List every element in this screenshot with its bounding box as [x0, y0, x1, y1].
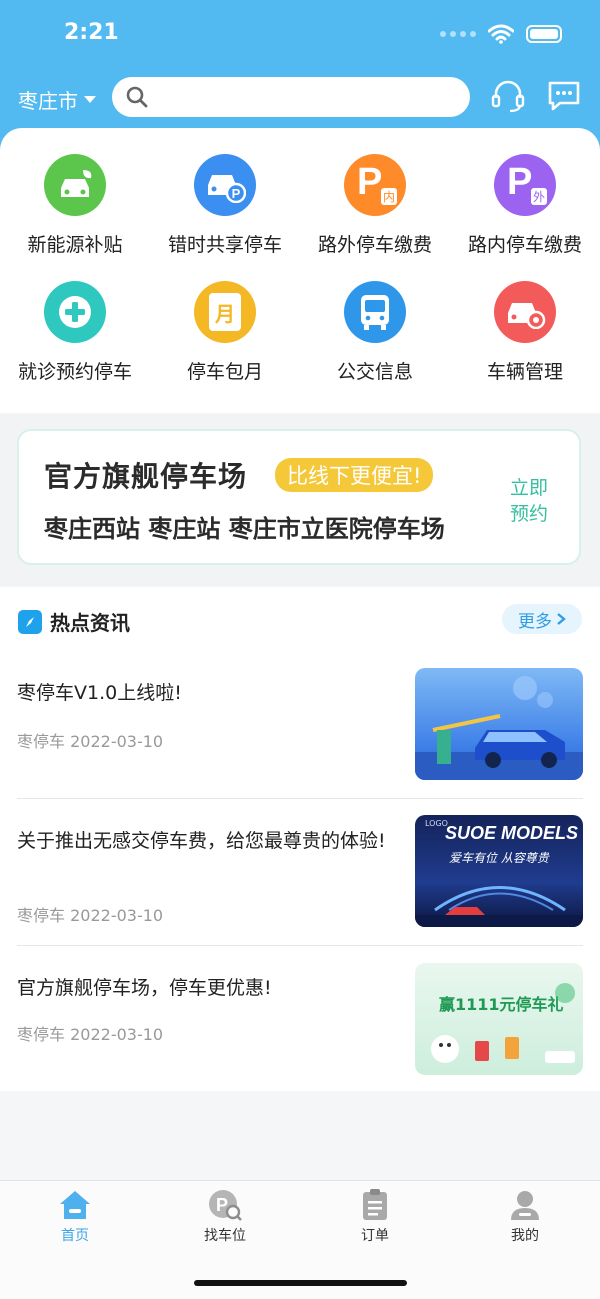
news-thumbnail — [415, 668, 583, 780]
service-shared-parking[interactable]: P 错时共享停车 — [150, 154, 300, 257]
bus-icon — [344, 281, 406, 343]
service-label: 错时共享停车 — [167, 234, 282, 256]
service-label: 车辆管理 — [486, 361, 563, 383]
service-medical-parking[interactable]: 就诊预约停车 — [0, 281, 150, 384]
reserve-now-link[interactable]: 立即预约 — [507, 475, 551, 527]
news-item[interactable]: 关于推出无感交停车费，给您最尊贵的体验! 枣停车 2022-03-10 LOGO… — [17, 798, 583, 946]
svg-text:P: P — [232, 186, 241, 201]
more-label: 更多 — [518, 611, 552, 632]
service-label: 停车包月 — [186, 361, 263, 383]
tab-label: 我的 — [511, 1228, 539, 1244]
news-section: 热点资讯 更多 枣停车V1.0上线啦! 枣停车 2022-03-10 关于推出无… — [0, 587, 600, 1091]
search-icon — [126, 86, 148, 108]
parking-sub-glyph: 内 — [380, 188, 397, 205]
orders-icon — [363, 1189, 387, 1220]
city-selector[interactable]: 枣庄市 — [18, 85, 96, 114]
service-vehicle-management[interactable]: 车辆管理 — [450, 281, 600, 384]
news-item-title: 枣停车V1.0上线啦! — [17, 682, 182, 704]
tab-profile[interactable]: 我的 — [450, 1189, 600, 1245]
tab-home[interactable]: 首页 — [0, 1189, 150, 1245]
promo-banner[interactable]: 官方旗舰停车场 比线下更便宜! 枣庄西站 枣庄站 枣庄市立医院停车场 立即预约 — [17, 429, 581, 565]
car-parking-icon: P — [194, 154, 256, 216]
news-item-date: 2022-03-10 — [70, 732, 164, 751]
news-title: 热点资讯 — [50, 611, 130, 635]
news-header: 热点资讯 — [18, 607, 130, 636]
tab-orders[interactable]: 订单 — [300, 1189, 450, 1245]
service-on-street-payment[interactable]: P 外 路内停车缴费 — [450, 154, 600, 257]
service-new-energy-subsidy[interactable]: 新能源补贴 — [0, 154, 150, 257]
news-item[interactable]: 官方旗舰停车场，停车更优惠! 枣停车 2022-03-10 赢1111元停车礼 — [17, 945, 583, 1091]
banner-subtitle: 枣庄西站 枣庄站 枣庄市立医院停车场 — [44, 515, 445, 543]
news-item-source: 枣停车 — [17, 732, 66, 751]
profile-icon — [511, 1191, 539, 1220]
news-item[interactable]: 枣停车V1.0上线啦! 枣停车 2022-03-10 — [17, 668, 583, 799]
tab-find-parking[interactable]: P 找车位 — [150, 1189, 300, 1245]
service-panel: 新能源补贴 P 错时共享停车 P 内 路外停车缴费 P 外 路内停车缴费 就诊预… — [0, 128, 600, 413]
more-button[interactable]: 更多 — [502, 604, 582, 634]
service-off-street-payment[interactable]: P 内 路外停车缴费 — [300, 154, 450, 257]
wifi-icon — [488, 24, 514, 44]
status-time: 2:21 — [64, 20, 119, 45]
monthly-glyph: 月 — [215, 301, 235, 326]
service-label: 就诊预约停车 — [17, 361, 132, 383]
compass-icon — [18, 609, 42, 634]
banner-section: 官方旗舰停车场 比线下更便宜! 枣庄西站 枣庄站 枣庄市立医院停车场 立即预约 — [0, 414, 600, 586]
car-settings-icon — [494, 281, 556, 343]
parking-outside-icon: P 外 — [494, 154, 556, 216]
news-item-title: 官方旗舰停车场，停车更优惠! — [17, 977, 272, 999]
home-icon — [60, 1191, 90, 1219]
parking-inside-icon: P 内 — [344, 154, 406, 216]
city-label: 枣庄市 — [18, 89, 78, 113]
service-label: 路外停车缴费 — [317, 234, 432, 256]
chevron-right-icon — [557, 613, 566, 625]
news-thumbnail: 赢1111元停车礼 — [415, 963, 583, 1075]
service-grid: 新能源补贴 P 错时共享停车 P 内 路外停车缴费 P 外 路内停车缴费 就诊预… — [0, 154, 600, 384]
parking-glyph: P — [507, 161, 533, 203]
service-label: 路内停车缴费 — [467, 234, 582, 256]
service-monthly-parking[interactable]: 月 停车包月 — [150, 281, 300, 384]
news-item-meta: 枣停车 2022-03-10 — [17, 728, 163, 752]
news-item-source: 枣停车 — [17, 1025, 66, 1044]
tab-label: 订单 — [361, 1228, 389, 1244]
parking-sub-glyph: 外 — [530, 188, 547, 205]
battery-icon — [526, 25, 562, 43]
chevron-down-icon — [84, 96, 96, 103]
news-item-source: 枣停车 — [17, 906, 66, 925]
headset-icon[interactable] — [490, 78, 526, 114]
news-item-meta: 枣停车 2022-03-10 — [17, 902, 163, 926]
tab-label: 找车位 — [204, 1228, 246, 1244]
news-item-title: 关于推出无感交停车费，给您最尊贵的体验! — [17, 830, 386, 852]
search-input[interactable] — [156, 87, 470, 107]
service-label: 新能源补贴 — [27, 234, 123, 256]
service-label: 公交信息 — [336, 361, 413, 383]
signal-icon — [440, 31, 476, 37]
tab-label: 首页 — [61, 1228, 89, 1244]
car-leaf-icon — [44, 154, 106, 216]
parking-glyph: P — [357, 161, 383, 203]
medical-cross-icon — [44, 281, 106, 343]
find-parking-icon: P — [209, 1190, 242, 1221]
news-item-meta: 枣停车 2022-03-10 — [17, 1021, 163, 1045]
status-indicators — [440, 22, 562, 46]
message-icon[interactable] — [546, 78, 582, 114]
news-thumbnail: LOGO SUOE MODELS 爱车有位 从容尊贵 — [415, 815, 583, 927]
news-item-date: 2022-03-10 — [70, 906, 164, 925]
search-bar[interactable] — [112, 77, 470, 117]
news-item-date: 2022-03-10 — [70, 1025, 164, 1044]
banner-title: 官方旗舰停车场 — [44, 460, 248, 493]
banner-tag: 比线下更便宜! — [275, 458, 434, 492]
monthly-pass-icon: 月 — [194, 281, 256, 343]
service-bus-info[interactable]: 公交信息 — [300, 281, 450, 384]
home-indicator — [194, 1280, 407, 1286]
